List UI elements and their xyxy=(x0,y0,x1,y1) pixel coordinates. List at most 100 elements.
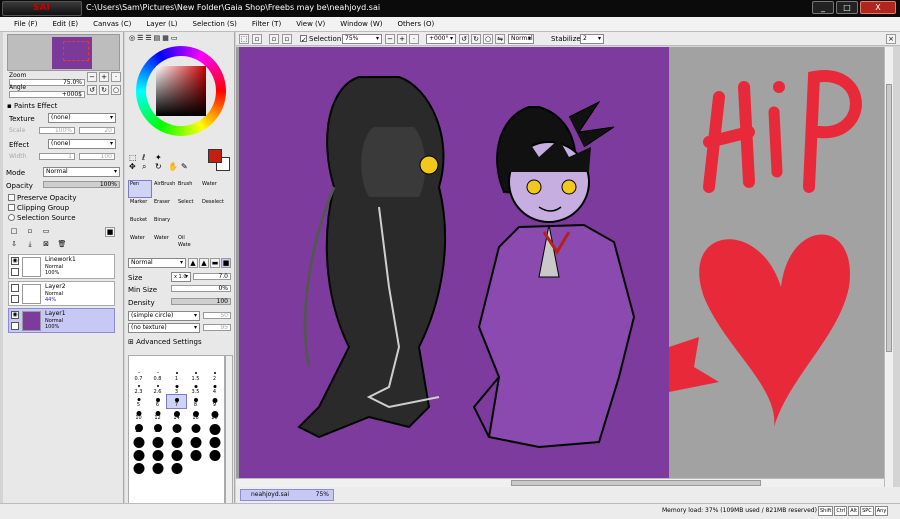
menu-filter[interactable]: Filter (T) xyxy=(252,17,281,31)
navigator-viewport[interactable] xyxy=(63,41,89,61)
eyedropper-icon[interactable]: ✎ xyxy=(181,162,194,172)
new-folder-icon[interactable]: ▭ xyxy=(41,227,51,237)
brush-size-cell[interactable]: 5 xyxy=(129,395,148,408)
tool-brush[interactable]: Brush xyxy=(176,180,200,198)
brush-size-cell[interactable]: 6 xyxy=(148,395,167,408)
brush-size-cell[interactable] xyxy=(205,356,224,369)
rotate-ccw-icon[interactable]: ↺ xyxy=(459,34,469,44)
effect-select[interactable]: (none) xyxy=(48,139,116,149)
brush-size-cell[interactable]: 500 xyxy=(167,460,186,474)
swatches-icon[interactable]: ▦ xyxy=(162,34,169,42)
layer-mask-icon[interactable]: ■ xyxy=(105,227,115,237)
rotate-reset-button[interactable]: ○ xyxy=(111,85,121,95)
angle-select[interactable]: +000° xyxy=(426,34,456,44)
layer-row-linework1[interactable]: ◉ Linework1 Normal 100% xyxy=(8,254,115,279)
brush-texture-select[interactable]: (no texture) xyxy=(128,323,200,333)
crop-icon[interactable]: ▫ xyxy=(269,34,279,44)
foreground-color-swatch[interactable] xyxy=(208,149,222,163)
brush-size-cell[interactable]: 60 xyxy=(129,434,148,448)
canvas-area[interactable] xyxy=(236,47,884,487)
scale-slider[interactable]: 100% xyxy=(39,127,75,134)
navigator-preview[interactable] xyxy=(7,34,120,71)
texture-select[interactable]: (none) xyxy=(48,113,116,123)
tool-select[interactable]: Select xyxy=(176,198,200,216)
brush-size-cell[interactable]: 12 xyxy=(148,408,167,421)
brush-size-cell[interactable]: 0.7 xyxy=(129,369,148,382)
color-wheel[interactable] xyxy=(136,46,226,136)
hsv-slider-icon[interactable]: ☰ xyxy=(145,34,151,42)
close-canvas-icon[interactable]: × xyxy=(886,34,896,44)
brush-size-cell[interactable]: 50 xyxy=(205,421,224,435)
document-tab[interactable]: neahjoyd.sai 75% xyxy=(240,489,334,501)
tool-water-3[interactable]: Water xyxy=(152,234,176,252)
brush-size-cell[interactable] xyxy=(148,356,167,369)
tool-eraser[interactable]: Eraser xyxy=(152,198,176,216)
brush-size-cell[interactable]: 30 xyxy=(148,421,167,434)
brush-mode-select[interactable]: Normal xyxy=(128,258,186,268)
brush-size-cell[interactable]: 450 xyxy=(148,460,167,474)
tool-bucket[interactable]: Bucket xyxy=(128,216,152,234)
brush-shape-select[interactable]: (simple circle) xyxy=(128,311,200,321)
brush-size-cell[interactable]: 25 xyxy=(129,421,148,434)
brush-size-cell[interactable]: 300 xyxy=(186,447,205,461)
brush-tip-square-icon[interactable]: ■ xyxy=(221,258,231,268)
menu-window[interactable]: Window (W) xyxy=(340,17,382,31)
width-slider[interactable]: 1 xyxy=(39,153,75,160)
rect-select-icon[interactable]: ⬚ xyxy=(129,153,142,162)
opacity-slider[interactable]: 100% xyxy=(43,181,120,188)
brush-size-cell[interactable]: 1.5 xyxy=(186,369,205,382)
drawing-canvas[interactable] xyxy=(239,47,669,487)
menu-others[interactable]: Others (O) xyxy=(398,17,435,31)
brush-size-cell[interactable]: 20 xyxy=(205,408,224,421)
invert-selection-icon[interactable]: ▫ xyxy=(282,34,292,44)
transfer-down-icon[interactable]: ⇩ xyxy=(9,240,19,250)
brush-size-cell[interactable]: 160 xyxy=(129,447,148,461)
magic-wand-icon[interactable]: ✦ xyxy=(155,153,168,162)
clipping-group-checkbox[interactable]: Clipping Group xyxy=(8,204,69,212)
brush-size-cell[interactable]: 120 xyxy=(205,434,224,448)
merge-down-icon[interactable]: ⤓ xyxy=(25,240,35,250)
new-layer-icon[interactable]: □ xyxy=(9,227,19,237)
brush-size-cell[interactable]: 35 xyxy=(167,421,186,434)
zoom-out-icon[interactable]: − xyxy=(385,34,395,44)
size-multiplier[interactable]: x 1.0 xyxy=(171,272,191,282)
deselect-icon[interactable]: ▫ xyxy=(252,34,262,44)
menu-layer[interactable]: Layer (L) xyxy=(146,17,177,31)
minimize-button[interactable]: _ xyxy=(812,1,834,14)
menu-selection[interactable]: Selection (S) xyxy=(193,17,237,31)
brush-size-cell[interactable] xyxy=(167,356,186,369)
lock-icon[interactable] xyxy=(11,268,19,276)
maximize-button[interactable]: □ xyxy=(836,1,858,14)
rotate-right-button[interactable]: ↻ xyxy=(99,85,109,95)
preserve-opacity-checkbox[interactable]: Preserve Opacity xyxy=(8,194,77,202)
zoom-out-button[interactable]: − xyxy=(87,72,97,82)
horizontal-scroll-thumb[interactable] xyxy=(511,480,761,486)
zoom-in-icon[interactable]: + xyxy=(397,34,407,44)
stabilizer-select[interactable]: 2 xyxy=(580,34,604,44)
brush-size-cell[interactable]: 2 xyxy=(205,369,224,382)
angle-slider[interactable]: +000$ xyxy=(9,91,85,98)
rotate-cw-icon[interactable]: ↻ xyxy=(471,34,481,44)
layer-row-layer1[interactable]: ◉ Layer1 Normal 100% xyxy=(8,308,115,333)
flip-icon[interactable]: ⇋ xyxy=(495,34,505,44)
tool-marker[interactable]: Marker xyxy=(128,198,152,216)
delete-layer-icon[interactable]: 🗑 xyxy=(57,240,67,250)
close-button[interactable]: X xyxy=(860,1,896,14)
scale-num[interactable]: 20 xyxy=(79,127,115,134)
brush-size-cell[interactable] xyxy=(205,460,224,473)
tool-deselect[interactable]: Deselect xyxy=(200,198,224,216)
horizontal-scrollbar[interactable] xyxy=(236,478,884,487)
tool-oil-water[interactable]: Oil Wate xyxy=(176,234,200,252)
show-selection-checkbox[interactable]: ✓ Selection xyxy=(300,35,341,44)
brush-size-cell[interactable]: 40 xyxy=(186,421,205,434)
brush-size-cell[interactable]: 400 xyxy=(129,460,148,474)
brush-size-cell[interactable]: 1 xyxy=(167,369,186,382)
layer-row-layer2[interactable]: Layer2 Normal 44% xyxy=(8,281,115,306)
brush-size-cell[interactable]: 250 xyxy=(167,447,186,461)
visibility-eye-icon[interactable]: ◉ xyxy=(11,311,19,319)
brush-size-cell[interactable]: 350 xyxy=(205,447,224,461)
selection-source-checkbox[interactable]: Selection Source xyxy=(8,214,76,222)
brush-size-cell[interactable]: 16 xyxy=(186,408,205,421)
brush-size-cell[interactable]: 7 xyxy=(166,394,187,409)
brush-tip-soft-icon[interactable]: ▲ xyxy=(199,258,209,268)
